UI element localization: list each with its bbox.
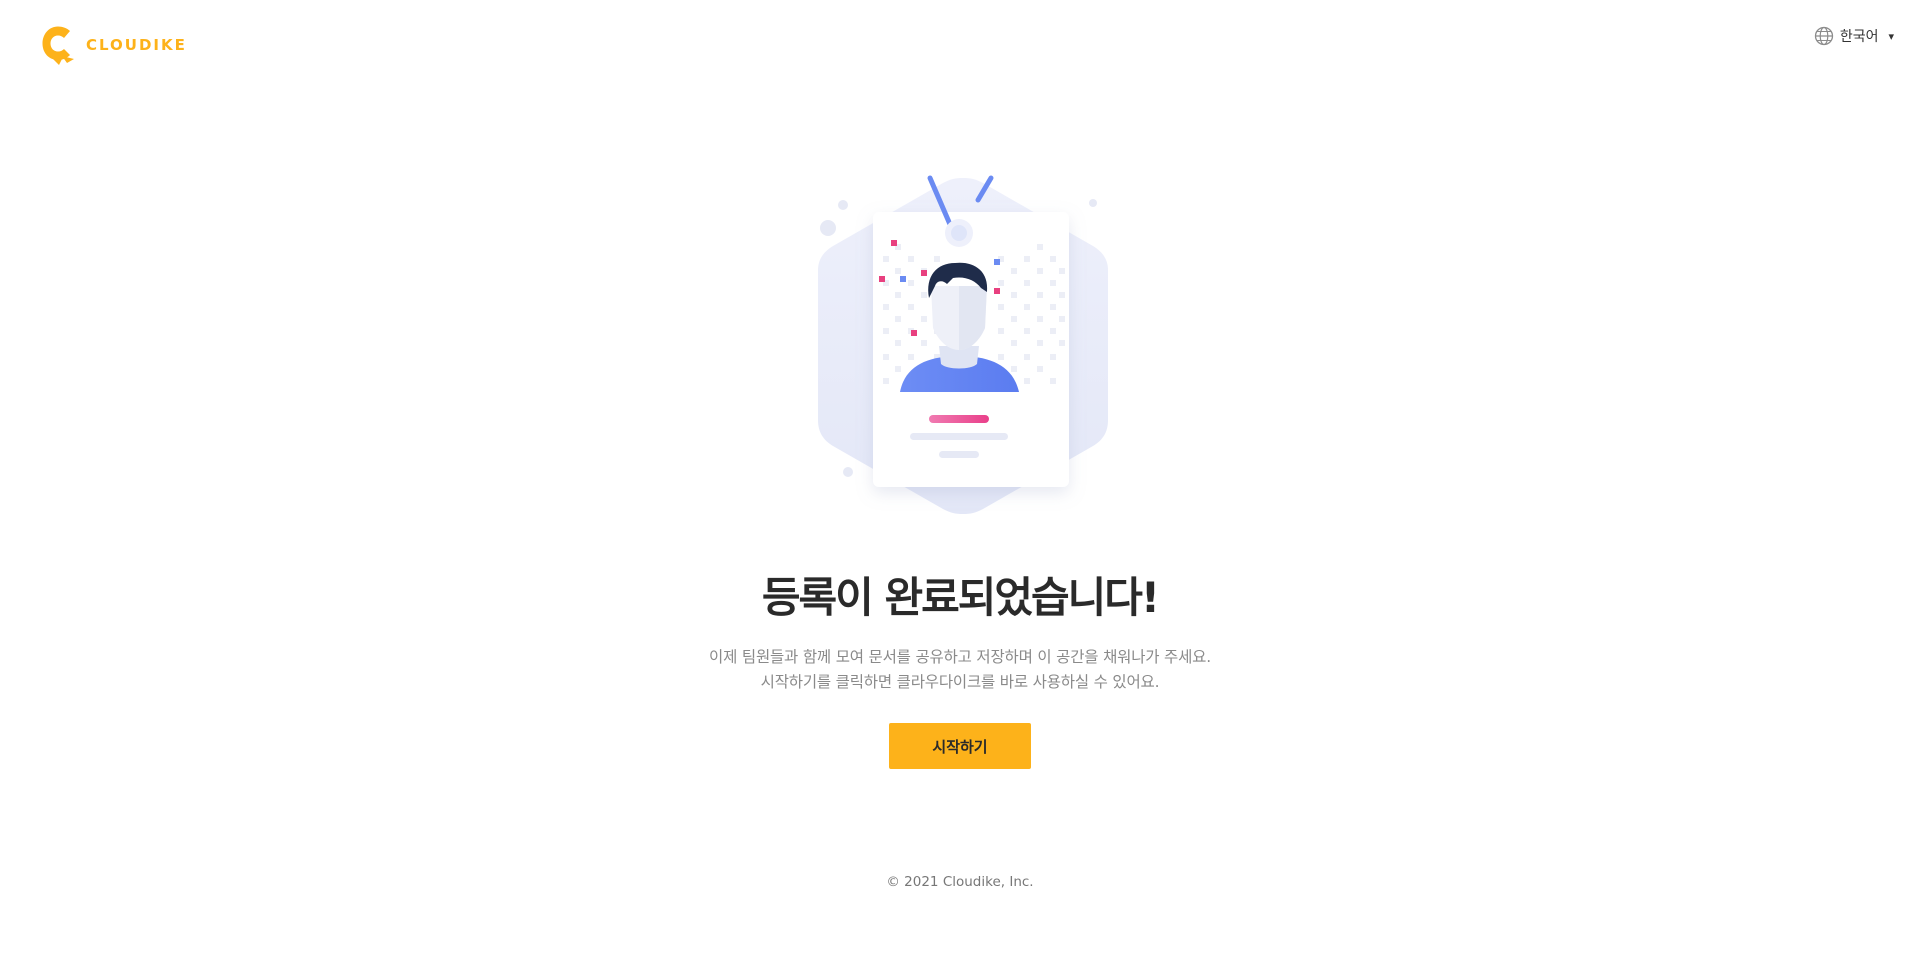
description: 이제 팀원들과 함께 모여 문서를 공유하고 저장하며 이 공간을 채워나가 주… — [709, 645, 1211, 695]
header: CLOUDIKE 한국어 ▾ — [0, 0, 1920, 90]
logo-text: CLOUDIKE — [86, 36, 187, 54]
id-badge-illustration — [818, 175, 1108, 514]
chevron-down-icon: ▾ — [1888, 29, 1894, 43]
cloudike-logo-icon — [42, 26, 74, 65]
language-selector[interactable]: 한국어 ▾ — [1814, 26, 1894, 46]
page-title: 등록이 완료되었습니다! — [761, 573, 1160, 622]
description-line-2: 시작하기를 클릭하면 클라우다이크를 바로 사용하실 수 있어요. — [760, 673, 1160, 691]
cloudike-logo[interactable]: CLOUDIKE — [40, 24, 187, 66]
start-button[interactable]: 시작하기 — [889, 723, 1031, 769]
description-line-1: 이제 팀원들과 함께 모여 문서를 공유하고 저장하며 이 공간을 채워나가 주… — [709, 648, 1211, 666]
globe-icon — [1814, 26, 1833, 46]
footer-copyright: © 2021 Cloudike, Inc. — [886, 874, 1034, 890]
language-label: 한국어 — [1839, 29, 1879, 45]
main-content: 등록이 완료되었습니다! 이제 팀원들과 함께 모여 문서를 공유하고 저장하며… — [0, 170, 1920, 769]
